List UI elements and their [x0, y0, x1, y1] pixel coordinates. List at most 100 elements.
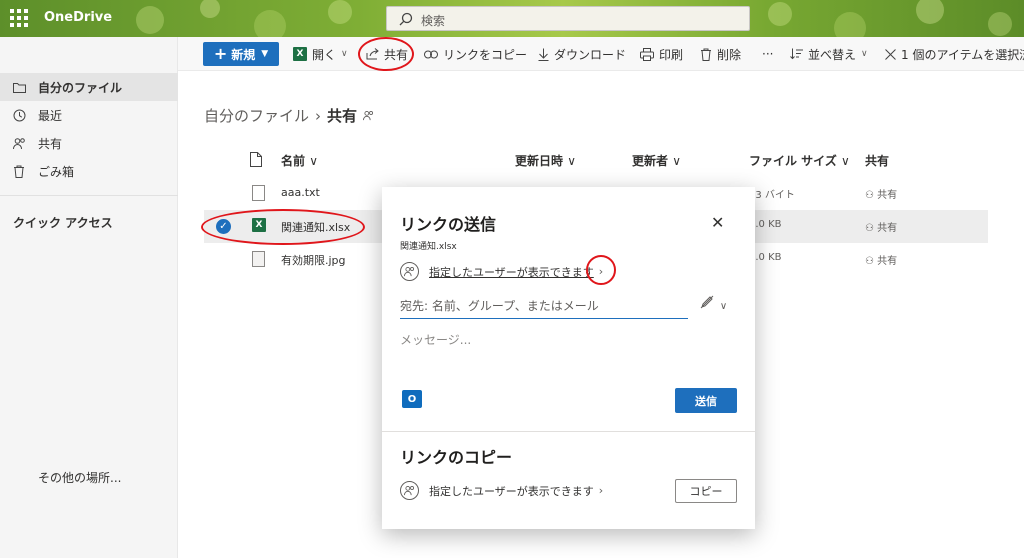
sharing-status: ⚇ 共有 [865, 256, 898, 267]
download-icon [538, 48, 549, 61]
sharing-status-label: 共有 [877, 223, 898, 234]
sharing-status-label: 共有 [877, 190, 898, 201]
download-button-label: ダウンロード [554, 47, 627, 62]
copy-link-button[interactable]: リンクをコピー [424, 37, 527, 71]
column-header-name[interactable]: 名前 ∨ [281, 152, 318, 169]
link-permission-selector[interactable]: 指定したユーザーが表示できます › [400, 262, 603, 281]
people-icon [12, 136, 26, 150]
command-bar: + 新規 ▼ X 開く ∨ 共有 リンクをコピー ダウンロード 印刷 削除 ··… [178, 37, 1024, 71]
shared-indicator-icon [363, 107, 374, 125]
text-file-icon [252, 185, 265, 201]
share-button[interactable]: 共有 [366, 37, 408, 71]
chevron-down-icon: ∨ [861, 49, 868, 59]
selection-status[interactable]: 1 個のアイテムを選択済み [885, 37, 1024, 71]
more-commands-button[interactable]: ··· [762, 37, 773, 71]
search-icon [399, 12, 413, 29]
column-header-sharing[interactable]: 共有 [865, 152, 889, 169]
print-button[interactable]: 印刷 [640, 37, 683, 71]
column-header-size[interactable]: ファイル サイズ ∨ [749, 152, 850, 169]
nav-item-my-files[interactable]: 自分のファイル [0, 73, 178, 101]
search-placeholder: 検索 [421, 14, 446, 28]
nav-item-label: 共有 [38, 136, 63, 151]
send-button[interactable]: 送信 [675, 388, 737, 413]
recipient-placeholder: 宛先: 名前、グループ、またはメール [400, 299, 599, 313]
recipient-input[interactable]: 宛先: 名前、グループ、またはメール [400, 293, 688, 319]
app-launcher-icon[interactable] [10, 9, 28, 27]
print-icon [640, 47, 654, 61]
app-title[interactable]: OneDrive [44, 10, 112, 25]
nav-divider [0, 195, 178, 196]
people-icon [400, 481, 419, 500]
search-box[interactable]: 検索 [386, 6, 750, 31]
column-header-modified[interactable]: 更新日時 ∨ [515, 152, 576, 169]
column-header-modified-label: 更新日時 [515, 154, 564, 168]
left-navigation: 自分のファイル 最近 共有 ごみ箱 クイック アクセス その他の場所... [0, 37, 178, 558]
sort-button-label: 並べ替え [808, 47, 857, 62]
selection-status-label: 1 個のアイテムを選択済み [901, 47, 1024, 62]
open-button[interactable]: X 開く ∨ [293, 37, 348, 71]
excel-file-icon: X [252, 218, 266, 234]
nav-item-recycle-bin[interactable]: ごみ箱 [0, 157, 178, 185]
copy-link-button-label: リンクをコピー [443, 47, 528, 62]
pen-icon[interactable]: ∨ [700, 295, 727, 312]
chevron-down-icon: ∨ [841, 154, 850, 168]
delete-button-label: 削除 [717, 47, 742, 62]
top-bar: OneDrive 検索 [0, 0, 1024, 37]
dialog-file-name: 関連通知.xlsx [400, 242, 457, 252]
download-button[interactable]: ダウンロード [538, 37, 626, 71]
chevron-down-icon: ∨ [719, 301, 728, 312]
file-name[interactable]: 関連通知.xlsx [281, 219, 350, 235]
more-icon: ··· [762, 47, 774, 61]
quick-access-heading: クイック アクセス [13, 216, 113, 230]
chevron-right-icon: › [598, 265, 604, 278]
close-selection-icon [885, 48, 896, 60]
copy-link-permission-selector[interactable]: 指定したユーザーが表示できます › [400, 481, 603, 500]
copy-button[interactable]: コピー [675, 479, 737, 503]
column-header-name-label: 名前 [281, 154, 306, 168]
people-icon [400, 262, 419, 281]
file-size: 73 バイト [749, 190, 795, 201]
column-header-size-label: ファイル サイズ [749, 154, 837, 168]
copy-link-permission-label: 指定したユーザーが表示できます [429, 484, 594, 498]
nav-item-label: 最近 [38, 108, 63, 123]
outlook-icon[interactable]: O [402, 390, 422, 408]
nav-item-recent[interactable]: 最近 [0, 101, 178, 129]
column-header-modified-by[interactable]: 更新者 ∨ [632, 152, 681, 169]
excel-icon: X [293, 47, 307, 61]
selected-check-icon[interactable]: ✓ [216, 219, 231, 234]
share-icon [366, 48, 379, 60]
nav-item-shared[interactable]: 共有 [0, 129, 178, 157]
sort-button[interactable]: 並べ替え ∨ [790, 37, 868, 71]
chevron-down-icon: ∨ [672, 154, 681, 168]
other-places-link[interactable]: その他の場所... [38, 469, 121, 486]
file-type-column-icon[interactable] [250, 152, 262, 170]
breadcrumb-root[interactable]: 自分のファイル [204, 105, 309, 126]
print-button-label: 印刷 [659, 47, 684, 62]
chevron-right-icon: › [598, 484, 604, 497]
chevron-down-icon: ▼ [261, 49, 269, 59]
new-button[interactable]: + 新規 ▼ [203, 42, 279, 66]
chevron-down-icon: ∨ [567, 154, 576, 168]
share-button-label: 共有 [384, 47, 409, 62]
dialog-divider [382, 431, 755, 432]
chevron-down-icon: ∨ [341, 49, 348, 59]
delete-icon [700, 48, 712, 61]
file-name[interactable]: 有効期限.jpg [281, 252, 346, 268]
chevron-down-icon: ∨ [309, 154, 318, 168]
message-input[interactable]: メッセージ... [400, 331, 471, 348]
column-header-modified-by-label: 更新者 [632, 154, 669, 168]
clock-icon [12, 108, 26, 122]
close-icon[interactable]: ✕ [711, 213, 724, 232]
delete-button[interactable]: 削除 [700, 37, 741, 71]
new-button-label: 新規 [231, 47, 256, 62]
trash-icon [12, 164, 26, 178]
file-name[interactable]: aaa.txt [281, 186, 320, 199]
sort-icon [790, 48, 803, 60]
breadcrumb-separator-icon: › [315, 106, 322, 125]
leaf-pattern-decoration-right [768, 0, 1012, 37]
sharing-status: ⚇ 共有 [865, 223, 898, 234]
nav-item-label: ごみ箱 [38, 164, 75, 179]
folder-icon [12, 80, 26, 94]
share-link-dialog: リンクの送信 関連通知.xlsx ✕ 指定したユーザーが表示できます › 宛先:… [382, 187, 755, 529]
sharing-status: ⚇ 共有 [865, 190, 898, 201]
